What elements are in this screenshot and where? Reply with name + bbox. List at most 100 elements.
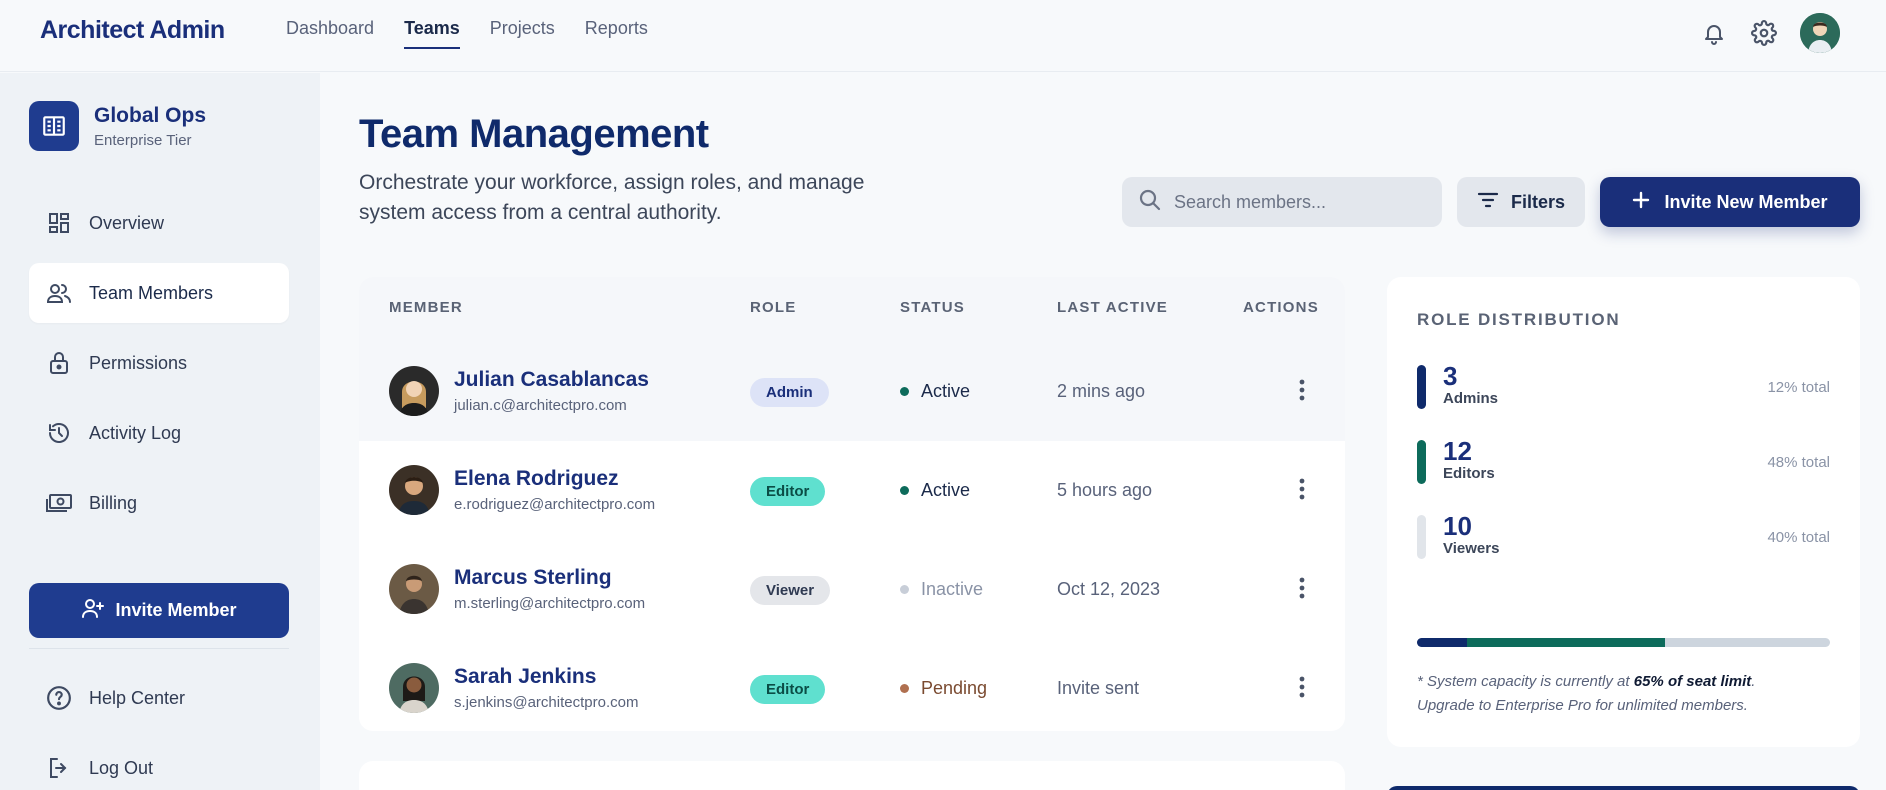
role-distribution-title: ROLE DISTRIBUTION xyxy=(1417,310,1621,329)
member-email: e.rodriguez@architectpro.com xyxy=(454,496,656,513)
org-tier: Enterprise Tier xyxy=(94,131,192,149)
brand-logo[interactable]: Architect Admin xyxy=(40,16,225,45)
role-badge: Admin xyxy=(750,378,829,407)
history-icon xyxy=(45,419,73,447)
last-active: Oct 12, 2023 xyxy=(1057,579,1161,599)
status-indicator: Pending xyxy=(900,678,987,699)
avatar xyxy=(389,366,439,416)
sidebar-item-permissions[interactable]: Permissions xyxy=(29,333,289,393)
nav-reports[interactable]: Reports xyxy=(585,18,648,49)
more-options-icon[interactable] xyxy=(1289,375,1315,405)
avatar xyxy=(389,465,439,515)
table-row[interactable]: Julian Casablancas julian.c@architectpro… xyxy=(359,342,1345,441)
more-options-icon[interactable] xyxy=(1289,474,1315,504)
org-switcher[interactable]: Global Ops Enterprise Tier xyxy=(29,101,206,151)
help-icon xyxy=(45,684,73,712)
capacity-value: 65% of seat limit xyxy=(1633,673,1752,690)
role-count: 12 xyxy=(1443,436,1472,466)
avatar xyxy=(389,564,439,614)
bell-icon[interactable] xyxy=(1700,19,1728,47)
role-label: Admins xyxy=(1443,390,1499,407)
users-icon xyxy=(45,279,73,307)
sidebar-item-label: Log Out xyxy=(89,757,154,778)
sidebar: Global Ops Enterprise Tier Overview Team… xyxy=(0,73,320,790)
dashboard-icon xyxy=(45,209,73,237)
top-actions xyxy=(1700,13,1840,53)
secondary-card xyxy=(359,761,1345,790)
member-name[interactable]: Sarah Jenkins xyxy=(454,665,596,689)
status-dot-icon xyxy=(900,684,909,693)
search-icon xyxy=(1138,188,1162,217)
column-header-status[interactable]: STATUS xyxy=(900,299,965,316)
invite-new-member-button[interactable]: Invite New Member xyxy=(1600,177,1860,227)
nav-teams[interactable]: Teams xyxy=(404,18,460,49)
member-email: s.jenkins@architectpro.com xyxy=(454,694,639,711)
column-header-actions: ACTIONS xyxy=(1243,299,1319,316)
role-count: 10 xyxy=(1443,511,1472,541)
invite-new-member-label: Invite New Member xyxy=(1664,191,1828,212)
top-bar: Architect Admin Dashboard Teams Projects… xyxy=(0,0,1886,72)
role-label: Editors xyxy=(1443,465,1495,482)
capacity-note: * System capacity is currently at 65% of… xyxy=(1417,670,1830,718)
capacity-bar xyxy=(1417,638,1830,647)
search-box[interactable] xyxy=(1122,177,1442,227)
status-dot-icon xyxy=(900,486,909,495)
status-dot-icon xyxy=(900,387,909,396)
lock-icon xyxy=(45,349,73,377)
role-stat-editors: 12 Editors 48% total xyxy=(1417,436,1830,484)
user-avatar[interactable] xyxy=(1800,13,1840,53)
column-header-last-active[interactable]: LAST ACTIVE xyxy=(1057,299,1168,316)
more-options-icon[interactable] xyxy=(1289,573,1315,603)
status-indicator: Active xyxy=(900,480,970,501)
sidebar-item-help-center[interactable]: Help Center xyxy=(29,670,289,726)
member-email: julian.c@architectpro.com xyxy=(454,397,627,414)
org-name: Global Ops xyxy=(94,103,207,127)
member-name[interactable]: Julian Casablancas xyxy=(454,368,649,392)
role-badge: Viewer xyxy=(750,576,831,605)
table-row[interactable]: Marcus Sterling m.sterling@architectpro.… xyxy=(359,540,1345,639)
role-label: Viewers xyxy=(1443,540,1500,557)
column-header-member[interactable]: MEMBER xyxy=(389,299,463,316)
billing-icon xyxy=(45,489,73,517)
filter-icon xyxy=(1477,191,1499,214)
invite-member-label: Invite Member xyxy=(115,600,237,620)
side-nav: Overview Team Members Permissions Activi… xyxy=(29,193,289,543)
more-options-icon[interactable] xyxy=(1289,672,1315,702)
sidebar-item-overview[interactable]: Overview xyxy=(29,193,289,253)
role-badge: Editor xyxy=(750,477,826,506)
status-label: Inactive xyxy=(921,579,984,599)
table-row[interactable]: Elena Rodriguez e.rodriguez@architectpro… xyxy=(359,441,1345,540)
role-color-bar xyxy=(1417,365,1426,409)
filters-button[interactable]: Filters xyxy=(1457,177,1585,227)
sidebar-item-team-members[interactable]: Team Members xyxy=(29,263,289,323)
sidebar-footer: Help Center Log Out xyxy=(29,670,289,790)
invite-member-button[interactable]: Invite Member xyxy=(29,583,289,638)
last-active: 5 hours ago xyxy=(1057,480,1153,500)
capacity-segment xyxy=(1417,638,1467,647)
sidebar-item-label: Team Members xyxy=(89,282,214,303)
role-count: 3 xyxy=(1443,361,1458,391)
member-name[interactable]: Marcus Sterling xyxy=(454,566,612,590)
page-subtitle: Orchestrate your workforce, assign roles… xyxy=(359,171,865,224)
table-row[interactable]: Sarah Jenkins s.jenkins@architectpro.com… xyxy=(359,639,1345,731)
filters-label: Filters xyxy=(1510,191,1566,212)
page-title: Team Management xyxy=(359,112,709,156)
status-label: Pending xyxy=(921,678,988,698)
gear-icon[interactable] xyxy=(1750,19,1778,47)
role-badge: Editor xyxy=(750,675,826,704)
sidebar-item-label: Billing xyxy=(89,492,138,513)
role-distribution-card: ROLE DISTRIBUTION 3 Admins 12% total 12 … xyxy=(1387,277,1860,747)
nav-projects[interactable]: Projects xyxy=(490,18,555,49)
column-header-role[interactable]: ROLE xyxy=(750,299,796,316)
building-icon xyxy=(29,101,79,151)
member-name[interactable]: Elena Rodriguez xyxy=(454,467,619,491)
capacity-suffix: . xyxy=(1751,673,1756,690)
status-indicator: Inactive xyxy=(900,579,983,600)
sidebar-item-log-out[interactable]: Log Out xyxy=(29,740,289,790)
sidebar-item-billing[interactable]: Billing xyxy=(29,473,289,533)
promo-card xyxy=(1387,786,1860,790)
search-input[interactable] xyxy=(1174,191,1414,213)
nav-dashboard[interactable]: Dashboard xyxy=(286,18,374,49)
table-header: MEMBER ROLE STATUS LAST ACTIVE ACTIONS xyxy=(359,277,1345,342)
sidebar-item-activity-log[interactable]: Activity Log xyxy=(29,403,289,463)
